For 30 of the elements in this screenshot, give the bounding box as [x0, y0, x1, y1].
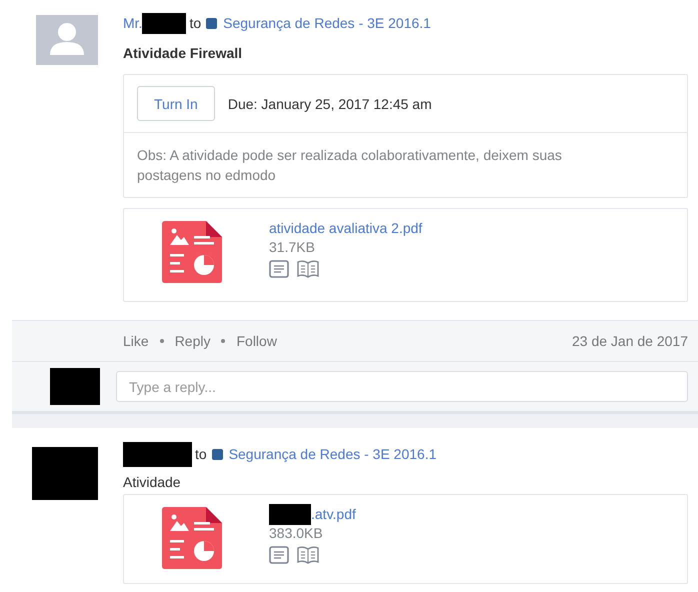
document-icon [162, 221, 222, 283]
post-date: 23 de Jan de 2017 [572, 333, 688, 349]
file-link[interactable]: atividade avaliativa 2.pdf [269, 220, 422, 236]
file-link[interactable]: .atv.pdf [311, 506, 356, 522]
to-label: to [195, 446, 207, 462]
action-link[interactable]: Follow [236, 333, 277, 349]
preview-icon[interactable] [269, 260, 289, 278]
action-link[interactable]: Reply [174, 333, 210, 349]
group-link[interactable]: Segurança de Redes - 3E 2016.1 [223, 15, 431, 31]
preview-icon[interactable] [269, 546, 289, 564]
book-icon[interactable] [297, 546, 319, 564]
file-size: 383.0KB [269, 525, 324, 541]
group-icon [206, 18, 218, 28]
due-date: Due: January 25, 2017 12:45 am [228, 96, 432, 112]
turn-in-button[interactable]: Turn In [137, 86, 215, 121]
group-link[interactable]: Segurança de Redes - 3E 2016.1 [228, 446, 436, 462]
file-size: 31.7KB [269, 239, 316, 255]
post-title: Atividade Firewall [123, 45, 244, 61]
group-icon [212, 448, 223, 460]
post-title: Atividade [123, 474, 182, 490]
sender-link[interactable]: Mr. [123, 15, 142, 31]
action-link[interactable]: Like [123, 333, 149, 349]
assignment-note: Obs: A atividade pode ser realizada colaborativamente, deixem suas postagens no edmodo [136, 146, 563, 185]
avatar-placeholder [36, 15, 98, 65]
to-label: to [189, 15, 202, 31]
reply-field[interactable]: Type a reply... [116, 371, 688, 402]
book-icon[interactable] [297, 260, 319, 278]
document-icon [162, 507, 222, 569]
redacted-avatar [32, 447, 98, 500]
redacted-avatar [50, 368, 100, 405]
